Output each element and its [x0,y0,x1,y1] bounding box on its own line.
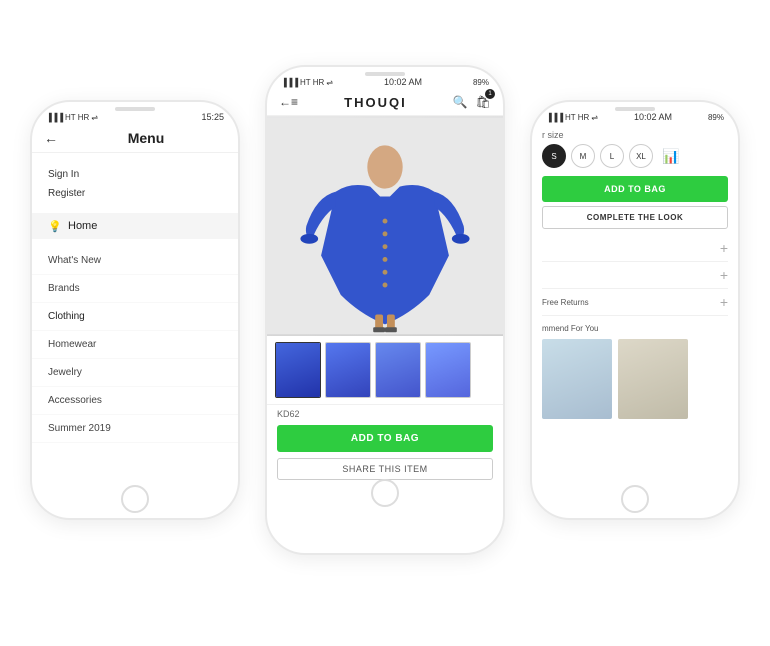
phone-top-bar-center [267,67,503,75]
phone-center: ▐▐▐ HT HR ⇌ 10:02 AM 89% ← ≡ THOUQI 🔍 🛍 … [265,65,505,555]
center-nav-bar: ← ≡ THOUQI 🔍 🛍 1 [267,89,503,116]
nav-item-clothing[interactable]: Clothing [32,303,238,331]
auth-links: Sign In Register [32,161,238,207]
left-content: Sign In Register 💡 Home What's New Brand… [32,153,238,488]
phones-container: ▐▐▐ HT HR ⇌ 15:25 ← Menu Sign In Registe… [0,0,770,646]
size-btn-xl[interactable]: XL [629,144,653,168]
sign-in-link[interactable]: Sign In [48,165,222,184]
recommend-item-2[interactable] [618,339,688,419]
share-btn[interactable]: SHARE THIS ITEM [277,458,493,480]
home-button-center[interactable] [371,479,399,507]
plus-icon-2: + [720,267,728,283]
thumbnail-1[interactable] [275,342,321,398]
size-chart-icon[interactable]: 📊 [662,148,679,165]
battery-right: 89% [708,113,724,122]
time-right: 10:02 AM [634,112,672,122]
recommend-item-1[interactable] [542,339,612,419]
home-icon: 💡 [48,220,60,232]
thumbnail-row [267,336,503,405]
nav-items: What's New Brands Clothing Homewear Jewe… [32,243,238,447]
phone-bottom-right [532,488,738,518]
phone-bottom-left [32,488,238,518]
home-label: Home [68,220,97,232]
phone-top-bar-right [532,102,738,110]
expandable-label-3: Free Returns [542,298,589,307]
home-button-left[interactable] [121,485,149,513]
add-to-bag-btn-right[interactable]: ADD TO BAG [542,176,728,202]
size-btn-s[interactable]: S [542,144,566,168]
size-btn-m[interactable]: M [571,144,595,168]
plus-icon-1: + [720,240,728,256]
home-button-right[interactable] [621,485,649,513]
carrier-left: HT HR [65,113,89,122]
expandable-item-2[interactable]: + [542,262,728,289]
carrier-center: HT HR [300,78,324,87]
nav-item-accessories[interactable]: Accessories [32,387,238,415]
status-bar-left: ▐▐▐ HT HR ⇌ 15:25 [32,110,238,124]
home-item[interactable]: 💡 Home [32,213,238,239]
thumbnail-2[interactable] [325,342,371,398]
search-icon-center[interactable]: 🔍 [453,95,468,109]
wifi-icon-center: ⇌ [326,78,333,87]
battery-center: 89% [473,78,489,87]
signal-icons-center: ▐▐▐ HT HR ⇌ [281,78,333,87]
thumbnail-4[interactable] [425,342,471,398]
recommend-items [542,339,728,419]
time-center: 10:02 AM [384,77,422,87]
back-arrow-center[interactable]: ← [279,95,291,109]
left-nav-bar: ← Menu [32,124,238,153]
nav-item-summer[interactable]: Summer 2019 [32,415,238,443]
right-content: r size S M L XL 📊 ADD TO BAG COMPLETE TH… [532,124,738,488]
plus-icon-3: + [720,294,728,310]
menu-icon-center[interactable]: ≡ [291,95,298,109]
wifi-icon-right: ⇌ [591,113,598,122]
size-label: r size [542,130,728,140]
phone-left: ▐▐▐ HT HR ⇌ 15:25 ← Menu Sign In Registe… [30,100,240,520]
size-btn-l[interactable]: L [600,144,624,168]
phone-top-bar-left [32,102,238,110]
back-arrow-left[interactable]: ← [44,130,58,146]
nav-icons-center: 🔍 🛍 1 [453,93,491,111]
recommend-section: mmend For You [542,324,728,419]
add-to-bag-btn-center[interactable]: ADD TO BAG [277,425,493,452]
time-left: 15:25 [201,112,224,122]
brand-name: THOUQI [298,95,453,110]
nav-item-homewear[interactable]: Homewear [32,331,238,359]
carrier-right: HT HR [565,113,589,122]
product-dress-svg [267,116,503,336]
product-sku: KD62 [267,405,503,421]
signal-icons-left: ▐▐▐ HT HR ⇌ [46,113,98,122]
cart-icon-wrap[interactable]: 🛍 1 [476,93,491,111]
phone-right: ▐▐▐ HT HR ⇌ 10:02 AM 89% r size S M L XL… [530,100,740,520]
wifi-icon-left: ⇌ [91,113,98,122]
register-link[interactable]: Register [48,184,222,203]
expandable-item-1[interactable]: + [542,235,728,262]
menu-title: Menu [66,130,226,146]
signal-bars-right: ▐▐▐ [546,113,563,122]
signal-icons-right: ▐▐▐ HT HR ⇌ [546,113,598,122]
nav-item-brands[interactable]: Brands [32,275,238,303]
size-section: r size S M L XL 📊 [542,130,728,168]
status-bar-right: ▐▐▐ HT HR ⇌ 10:02 AM 89% [532,110,738,124]
signal-bars: ▐▐▐ [46,113,63,122]
phone-bottom-center [267,482,503,512]
nav-item-whats-new[interactable]: What's New [32,247,238,275]
status-bar-center: ▐▐▐ HT HR ⇌ 10:02 AM 89% [267,75,503,89]
signal-bars-center: ▐▐▐ [281,78,298,87]
recommend-title: mmend For You [542,324,728,333]
nav-item-jewelry[interactable]: Jewelry [32,359,238,387]
product-image-main [267,116,503,336]
complete-look-btn[interactable]: COMPLETE THE LOOK [542,206,728,229]
thumbnail-3[interactable] [375,342,421,398]
expandable-item-3[interactable]: Free Returns + [542,289,728,316]
size-options: S M L XL 📊 [542,144,728,168]
cart-badge: 1 [485,89,495,99]
